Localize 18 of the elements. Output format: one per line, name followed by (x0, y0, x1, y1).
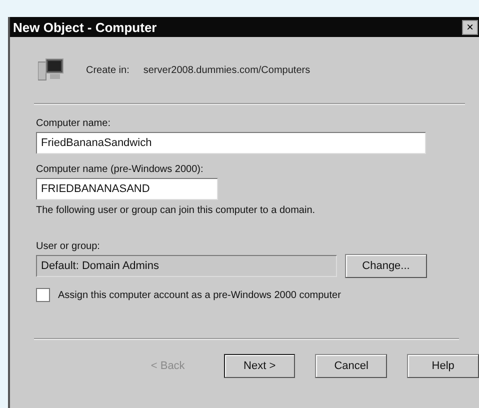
container-path: server2008.dummies.com/Computers (143, 64, 310, 76)
change-button[interactable]: Change... (345, 254, 427, 278)
window-title: New Object - Computer (13, 20, 157, 34)
input-field[interactable]: FriedBananaSandwich (36, 132, 426, 154)
info-text: The following user or group can join this computer to a domain. (36, 205, 316, 216)
checkbox-label: Assign this computer account as a pre-Windows 2000 computer (58, 290, 341, 300)
checkbox[interactable] (36, 288, 50, 302)
field-label: Computer name: (36, 118, 112, 129)
dialog-button[interactable]: Help (407, 354, 479, 378)
field-label: User or group: (36, 241, 101, 252)
dialog-button[interactable]: Cancel (315, 354, 388, 378)
read-only-field: Default: Domain Admins (36, 255, 337, 277)
computer-icon (38, 58, 64, 82)
dialog-button[interactable]: Next > (224, 354, 296, 378)
create-in-label: Create in: (86, 64, 130, 76)
close-button[interactable]: × (462, 20, 478, 34)
input-field[interactable]: FRIEDBANANASAND (36, 178, 218, 200)
field-label: Computer name (pre-Windows 2000): (36, 164, 204, 175)
